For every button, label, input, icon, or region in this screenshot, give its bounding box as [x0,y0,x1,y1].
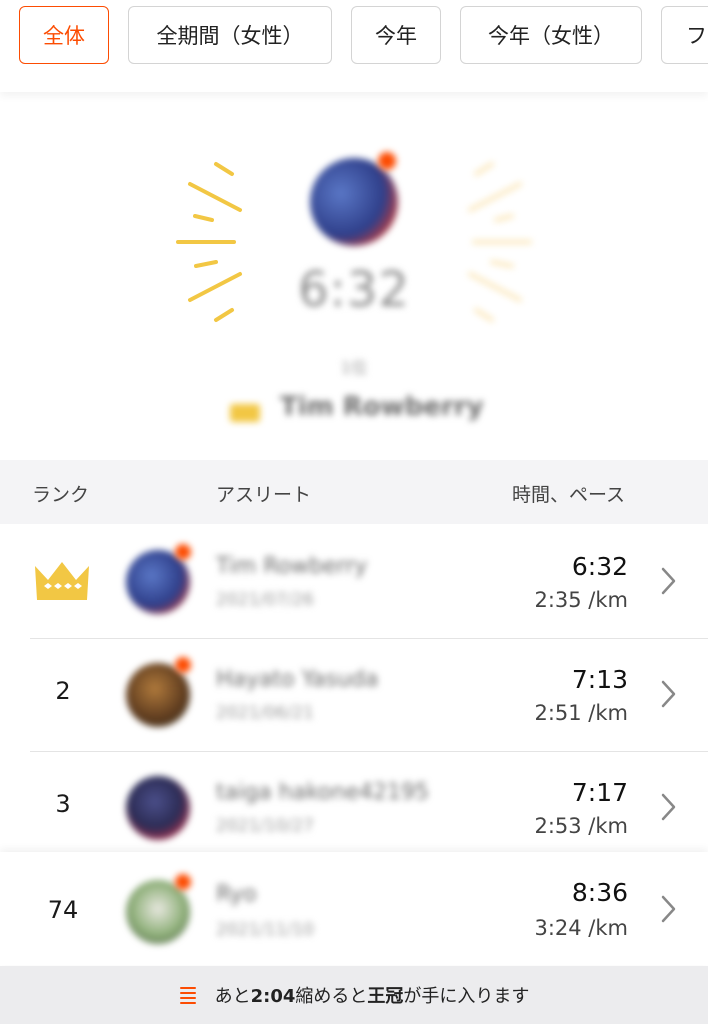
leader-subtitle: 1位 [340,358,368,377]
leader-avatar-badge [378,152,396,170]
avatar-badge [175,874,191,890]
crown-goal-banner[interactable]: あと2:04縮めると王冠が手に入ります [0,966,708,1024]
effort-time: 7:17 [571,778,628,807]
rank-column-header: ランク [32,484,90,506]
effort-pace: 2:51 /km [534,701,628,725]
activity-date: 2021/10/27 [216,816,314,836]
activity-date: 2021/07/26 [216,590,314,610]
leader-time: 6:32 [298,262,410,318]
effort-time: 8:36 [571,878,628,907]
leader-crown-icon [230,404,260,422]
time-pace-column-header: 時間、ペース [512,484,626,506]
banner-text: あと2:04縮めると王冠が手に入ります [215,982,530,1008]
filter-chip-this-year[interactable]: 今年 [351,6,441,64]
list-icon [179,987,196,1004]
leaderboard-row[interactable]: 2 Hayato Yasuda 2021/06/21 7:13 2:51 /km [0,639,708,752]
athlete-name[interactable]: Ryo [216,882,257,907]
filter-bar: 全体 全期間（女性） 今年 今年（女性） フ [0,0,708,92]
activity-date: 2021/11/10 [216,920,314,940]
leaderboard-row[interactable]: 3 taiga hakone42195 2021/10/27 7:17 2:53… [0,752,708,865]
chevron-right-icon [661,793,676,821]
athlete-avatar [126,776,190,840]
current-user-row[interactable]: 74 Ryo 2021/11/10 8:36 3:24 /km [0,852,708,965]
activity-date: 2021/06/21 [216,703,314,723]
rank-number: 74 [47,896,79,924]
leaderboard-header: ランク アスリート 時間、ペース [0,460,708,524]
effort-time: 7:13 [571,665,628,694]
effort-pace: 2:35 /km [534,588,628,612]
athlete-column-header: アスリート [216,484,312,506]
rank-number: 2 [55,677,71,705]
filter-chip-this-year-women[interactable]: 今年（女性） [460,6,642,64]
banner-post: が手に入ります [403,986,530,1007]
chevron-right-icon [661,567,676,595]
banner-crown-word: 王冠 [367,986,404,1007]
athlete-name[interactable]: Tim Rowberry [216,554,367,579]
filter-chip-all-time-women[interactable]: 全期間（女性） [128,6,332,64]
crown-icon [35,562,89,600]
leader-name[interactable]: Tim Rowberry [280,392,484,422]
banner-mid: 縮めると [295,986,368,1007]
leader-hero: 6:32 1位 Tim Rowberry [0,92,708,460]
filter-chip-overall[interactable]: 全体 [19,6,109,64]
banner-pre: あと [214,986,251,1007]
effort-time: 6:32 [571,552,628,581]
effort-pace: 2:53 /km [534,814,628,838]
leaderboard-row[interactable]: Tim Rowberry 2021/07/26 6:32 2:35 /km [0,526,708,639]
chevron-right-icon [661,680,676,708]
avatar-badge [175,657,191,673]
leader-avatar[interactable] [310,158,398,246]
chevron-right-icon [661,895,676,923]
rank-number: 3 [55,790,71,818]
filter-chip-more[interactable]: フ [661,6,708,64]
athlete-name[interactable]: taiga hakone42195 [216,780,429,805]
athlete-name[interactable]: Hayato Yasuda [216,667,378,692]
banner-time-diff: 2:04 [250,986,296,1007]
effort-pace: 3:24 /km [534,916,628,940]
avatar-badge [175,544,191,560]
